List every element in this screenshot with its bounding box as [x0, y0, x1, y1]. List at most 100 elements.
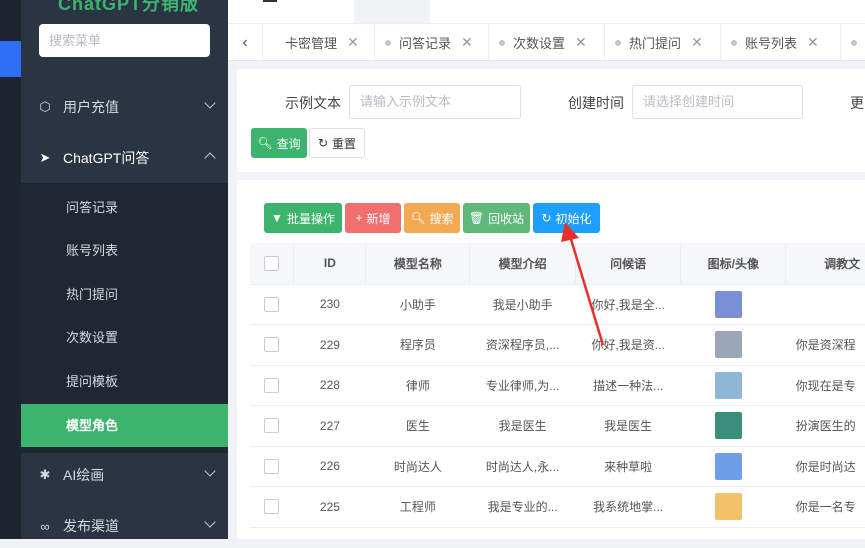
refresh-icon: ↻ [317, 136, 329, 150]
table-row[interactable]: 226 时尚达人 时尚达人,永... 来种草啦 你是时尚达 [250, 446, 865, 487]
add-button[interactable]: + 新增 [345, 203, 401, 233]
tab-more[interactable] [840, 24, 865, 61]
avatar-image[interactable] [714, 290, 742, 318]
tab-qa-records[interactable]: 问答记录 ✕ [374, 24, 488, 61]
table-row[interactable]: 227 医生 我是医生 我是医生 扮演医生的 [250, 405, 865, 447]
select-all-checkbox[interactable] [264, 255, 280, 271]
tab-label: 次数设置 [513, 36, 566, 51]
submenu-item-hot-questions[interactable]: 热门提问 [21, 273, 228, 316]
chevron-down-icon [204, 97, 216, 109]
init-button[interactable]: ↻ 初始化 [533, 203, 600, 233]
table-header-row: ID 模型名称 模型介绍 问候语 图标/头像 调教文 [250, 243, 865, 285]
close-icon[interactable]: ✕ [575, 34, 587, 51]
tab-accounts[interactable]: 账号列表 ✕ [720, 24, 840, 61]
cell-model-name: 小助手 [365, 284, 470, 325]
search-button[interactable]: 🔍︎ 搜索 [404, 203, 460, 233]
plus-icon: + [355, 211, 363, 225]
menu-item-publish[interactable]: ∞ 发布渠道 [21, 504, 228, 548]
cell-prompt: 扮演医生的 [785, 405, 865, 447]
tab-hot-questions[interactable]: 热门提问 ✕ [604, 24, 720, 61]
cell-greeting: 来种草啦 [575, 446, 681, 487]
col-id[interactable]: ID [293, 243, 367, 285]
search-icon: 🔍︎ [410, 211, 426, 225]
close-icon[interactable]: ✕ [807, 34, 819, 51]
row-checkbox[interactable] [264, 296, 280, 312]
close-icon[interactable]: ✕ [347, 34, 359, 51]
cell-avatar [680, 284, 786, 325]
cell-id: 228 [293, 365, 366, 406]
cell-model-intro: 时尚达人,永... [469, 446, 576, 487]
menu-toggle-icon[interactable] [263, 0, 277, 2]
cell-prompt [785, 284, 865, 325]
col-model-name[interactable]: 模型名称 [365, 243, 471, 285]
query-button[interactable]: 🔍︎ 查询 [251, 128, 307, 158]
cell-id: 225 [293, 486, 366, 528]
menu-item-ai-draw[interactable]: ✱ AI绘画 [21, 453, 228, 497]
row-checkbox[interactable] [264, 458, 280, 474]
table-row[interactable]: 230 小助手 我是小助手 你好,我是全... [250, 284, 865, 325]
avatar-image[interactable] [714, 493, 742, 521]
send-icon: ➤ [39, 150, 51, 165]
tab-label: 账号列表 [745, 36, 798, 51]
menu-search-input[interactable]: 搜索菜单 [39, 24, 210, 57]
submenu-item-templates[interactable]: 提问模板 [21, 360, 228, 403]
refresh-icon: ↻ [541, 211, 552, 225]
col-greeting[interactable]: 问候语 [575, 243, 682, 285]
menu-item-label: 用户充值 [63, 99, 119, 115]
roles-table: ID 模型名称 模型介绍 问候语 图标/头像 调教文 230 小助手 我是小助手 你好… [250, 243, 865, 528]
cell-prompt: 你是资深程 [785, 324, 865, 366]
col-model-intro[interactable]: 模型介绍 [469, 243, 576, 285]
menu-item-label: AI绘画 [63, 467, 105, 483]
submenu-item-model-roles[interactable]: 模型角色 [21, 404, 228, 447]
left-rail [0, 0, 21, 539]
sample-text-input[interactable]: 请输入示例文本 [349, 85, 521, 119]
submenu-item-qa-records[interactable]: 问答记录 [21, 186, 228, 229]
col-avatar[interactable]: 图标/头像 [680, 243, 787, 285]
reset-button[interactable]: ↻ 重置 [309, 128, 365, 158]
chevron-left-icon[interactable]: ‹ [228, 24, 262, 61]
cell-model-name: 程序员 [365, 324, 470, 366]
close-icon[interactable]: ✕ [461, 34, 473, 51]
cell-model-name: 工程师 [365, 486, 470, 528]
tab-label: 热门提问 [629, 36, 682, 51]
table-row[interactable]: 229 程序员 资深程序员,... 你好,我是资... 你是资深程 [250, 324, 865, 366]
menu-item-recharge[interactable]: ⬡ 用户充值 [21, 85, 228, 129]
created-time-label: 创建时间 [568, 95, 624, 111]
recycle-bin-button[interactable]: 🗑︎ 回收站 [463, 203, 530, 233]
row-select [250, 365, 294, 406]
tab-bar: ‹ 卡密管理 ✕ 问答记录 ✕ 次数设置 ✕ 热门提问 ✕ 账号列表 ✕ [228, 23, 865, 61]
submenu-item-accounts[interactable]: 账号列表 [21, 229, 228, 272]
table-row[interactable]: 228 律师 专业律师,为... 描述一种法... 你现在是专 [250, 365, 865, 406]
avatar-image[interactable] [714, 452, 742, 480]
row-checkbox[interactable] [264, 499, 280, 515]
submenu-item-count-settings[interactable]: 次数设置 [21, 316, 228, 359]
avatar-image[interactable] [714, 331, 742, 359]
cell-avatar [680, 486, 786, 528]
top-tab[interactable] [354, 0, 430, 23]
cell-greeting: 你好,我是资... [575, 324, 681, 366]
created-time-picker[interactable]: 请选择创建时间 [632, 85, 803, 119]
row-checkbox[interactable] [264, 377, 280, 393]
sidebar: ChatGPT分销版 搜索菜单 ⬡ 用户充值 ➤ ChatGPT问答 问答记录 … [21, 0, 228, 539]
cell-prompt: 你是一名专 [785, 486, 865, 528]
row-checkbox[interactable] [264, 418, 280, 434]
link-icon: ∞ [40, 518, 50, 534]
more-filter-label: 更 [850, 95, 864, 111]
menu-item-chatgpt[interactable]: ➤ ChatGPT问答 [21, 136, 228, 180]
cell-prompt: 你现在是专 [785, 365, 865, 406]
row-select [250, 284, 294, 325]
avatar-image[interactable] [714, 371, 742, 399]
cell-model-intro: 专业律师,为... [469, 365, 576, 406]
close-icon[interactable]: ✕ [691, 34, 703, 51]
table-row[interactable]: 225 工程师 我是专业的... 我系统地掌... 你是一名专 [250, 486, 865, 528]
dot-icon [499, 39, 505, 46]
col-prompt[interactable]: 调教文 [785, 243, 865, 285]
tab-count-settings[interactable]: 次数设置 ✕ [488, 24, 604, 61]
rail-selected-indicator [0, 41, 21, 77]
row-select [250, 446, 294, 487]
avatar-image[interactable] [714, 412, 742, 440]
batch-operation-button[interactable]: ▼ 批量操作 [264, 203, 342, 233]
cell-avatar [680, 446, 786, 487]
tab-card-management[interactable]: 卡密管理 ✕ [262, 24, 374, 61]
row-checkbox[interactable] [264, 337, 280, 353]
